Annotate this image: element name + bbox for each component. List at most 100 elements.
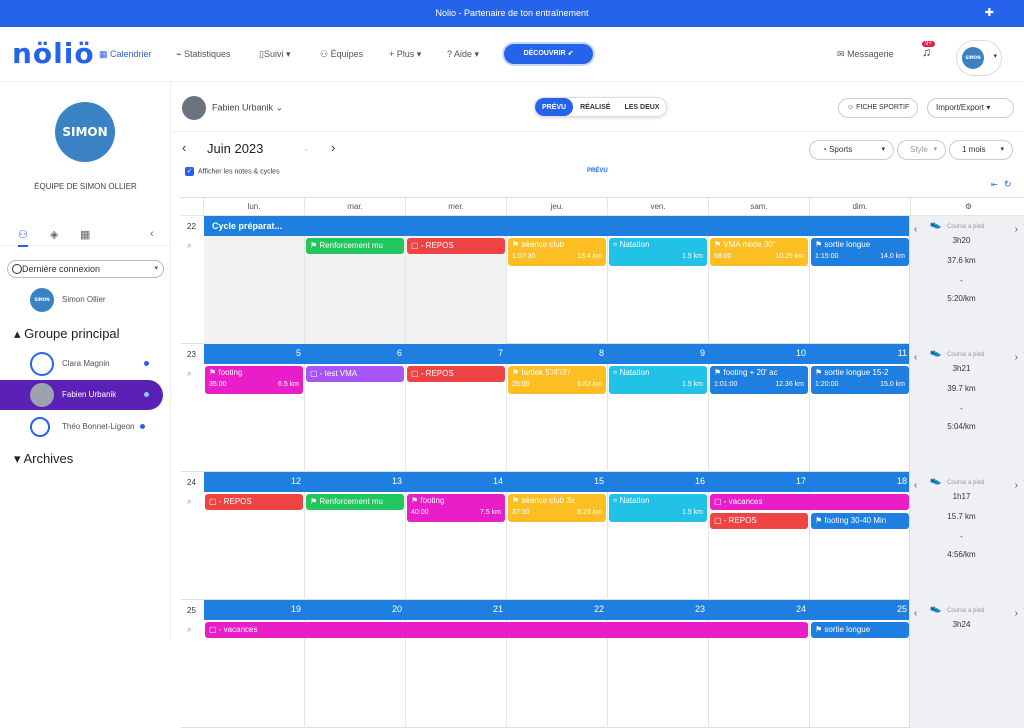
workout-event[interactable]: ⚑ footing 40:00 7.5 km <box>407 494 505 522</box>
notifications-button[interactable]: ♫ 9+ <box>922 41 935 59</box>
period-select[interactable]: 1 mois ▾ <box>949 140 1013 160</box>
nav-statistiques-label: Statistiques <box>183 49 231 59</box>
day-number[interactable]: 19 <box>204 604 301 614</box>
decouvrir-button[interactable]: DÉCOUVRIR ➶ <box>504 44 593 64</box>
nav-aide[interactable]: ? Aide ▾ <box>447 49 479 60</box>
notes-checkbox[interactable]: ✓ Afficher les notes & cycles <box>185 167 280 176</box>
search-icon[interactable]: ⌕ <box>187 624 192 635</box>
workout-event[interactable]: ⚑ séance club 1:07:30 13.4 km <box>508 238 606 266</box>
workout-event[interactable]: ⚑ fartlek 5'/4'/3'/ 25:00 5.83 km <box>508 366 606 394</box>
toggle-prevu[interactable]: PRÉVU <box>535 98 574 116</box>
nav-equipes[interactable]: ⚇ Équipes <box>320 49 363 60</box>
workout-event[interactable]: ⚑ sortie longue 1:15:00 14.0 km <box>811 238 909 266</box>
day-number[interactable]: 23 <box>608 604 705 614</box>
prev-week-icon[interactable]: ‹ <box>914 608 917 619</box>
nav-plus[interactable]: + Plus ▾ <box>389 49 421 60</box>
athlete-item-selected[interactable]: Fabien Urbanik <box>0 380 163 410</box>
workout-event[interactable]: ▢ - REPOS <box>205 494 303 510</box>
workout-event[interactable]: ▢ - test VMA <box>306 366 404 382</box>
next-week-icon[interactable]: › <box>1015 608 1018 619</box>
athlete-item[interactable]: Clara Magnin <box>0 349 163 379</box>
workout-event[interactable]: ≈ Natation 1.5 km <box>609 366 707 394</box>
day-number[interactable]: 12 <box>204 476 301 486</box>
workout-event[interactable]: ▢ - REPOS <box>710 513 808 529</box>
day-number[interactable]: 5 <box>204 348 301 358</box>
workout-event[interactable]: ▢ - vacances <box>710 494 909 510</box>
collapse-icon[interactable]: ⇤ <box>991 180 998 189</box>
month-dropdown-icon[interactable]: ⌄ <box>303 145 309 153</box>
workout-event[interactable]: ▢ - vacances <box>205 622 808 638</box>
prev-month-icon[interactable]: ‹ <box>182 140 186 155</box>
next-week-icon[interactable]: › <box>1015 480 1018 491</box>
workout-event[interactable]: ⚑ sortie longue 15-2 1:20:00 15.0 km <box>811 366 909 394</box>
workout-event[interactable]: ⚑ Renforcement mu <box>306 494 404 510</box>
sports-select[interactable]: ◔ Sports ▾ <box>809 140 894 160</box>
day-number[interactable]: 24 <box>709 604 806 614</box>
workout-event[interactable]: ⚑ footing 30-40 Min <box>811 513 909 529</box>
workout-event[interactable]: ≈ Natation 1.5 km <box>609 238 707 266</box>
day-number[interactable]: 16 <box>608 476 705 486</box>
coach-item[interactable]: SIMON Simon Ollier <box>0 285 163 315</box>
messagerie-link[interactable]: ✉ Messagerie <box>837 49 894 60</box>
prev-week-icon[interactable]: ‹ <box>914 480 917 491</box>
workout-event[interactable]: ⚑ sortie longue <box>811 622 909 638</box>
toggle-les-deux[interactable]: LES DEUX <box>617 98 666 116</box>
extension-icon[interactable]: ✚ <box>985 0 994 27</box>
day-number[interactable]: 8 <box>507 348 604 358</box>
day-number[interactable]: 17 <box>709 476 806 486</box>
day-number[interactable]: 6 <box>305 348 402 358</box>
day-number[interactable]: 21 <box>406 604 503 614</box>
day-number[interactable]: 18 <box>810 476 907 486</box>
day-number[interactable]: 25 <box>810 604 907 614</box>
workout-event[interactable]: ⚑ séance club 3x 37:30 8.23 km <box>508 494 606 522</box>
workout-event[interactable]: ⚑ Renforcement mu <box>306 238 404 254</box>
search-icon[interactable]: ⌕ <box>187 368 192 379</box>
athlete-item[interactable]: Théo Bonnet-Ligeon <box>0 412 163 442</box>
event-title: ⚑ footing <box>209 368 243 377</box>
workout-event[interactable]: ≈ Natation 1.5 km <box>609 494 707 522</box>
group-main[interactable]: ▴ Groupe principal <box>14 326 120 342</box>
day-number[interactable]: 13 <box>305 476 402 486</box>
prev-week-icon[interactable]: ‹ <box>914 224 917 235</box>
settings-icon[interactable]: ⚙ <box>911 198 1024 216</box>
workout-event[interactable]: ⚑ VMA mixte 30'' 58:00 10.25 km <box>710 238 808 266</box>
next-week-icon[interactable]: › <box>1015 224 1018 235</box>
next-month-icon[interactable]: › <box>331 140 335 155</box>
workout-event[interactable]: ⚑ footing + 20' ac 1:01:00 12.36 km <box>710 366 808 394</box>
import-export-button[interactable]: Import/Export ▾ <box>927 98 1014 118</box>
day-number[interactable]: 9 <box>608 348 705 358</box>
day-number[interactable]: 22 <box>507 604 604 614</box>
nav-statistiques[interactable]: ⌁ Statistiques <box>176 49 230 60</box>
cycle-bar[interactable]: Cycle préparat... <box>204 217 909 235</box>
search-icon[interactable]: ⌕ <box>187 496 192 507</box>
refresh-icon[interactable]: ↻ <box>1004 179 1012 190</box>
day-number[interactable]: 15 <box>507 476 604 486</box>
collapse-sidebar-icon[interactable]: ‹ <box>150 228 154 240</box>
day-number[interactable]: 7 <box>406 348 503 358</box>
style-select[interactable]: Style ▾ <box>897 140 946 160</box>
nav-suivi[interactable]: ▯Suivi ▾ <box>259 49 291 60</box>
fiche-sportif-button[interactable]: ☺ FICHE SPORTIF <box>838 98 919 118</box>
day-number[interactable]: 11 <box>810 348 907 358</box>
mail-icon: ✉ <box>837 49 845 59</box>
group-archives[interactable]: ▾ Archives <box>14 451 73 467</box>
nav-calendrier[interactable]: ▦ Calendrier <box>99 49 152 60</box>
sort-select[interactable]: Dernière connexion ▾ <box>7 260 164 278</box>
search-icon[interactable]: ⌕ <box>187 240 192 251</box>
nolio-logo[interactable]: nöliö <box>12 37 95 70</box>
athlete-selector[interactable]: Fabien Urbanik ⌄ <box>182 96 283 120</box>
workout-event[interactable]: ▢ - REPOS <box>407 366 505 382</box>
workout-event[interactable]: ⚑ footing 35:00 6.5 km <box>205 366 303 394</box>
calendar-tab-icon[interactable]: ▦ <box>80 228 90 241</box>
toggle-realise[interactable]: RÉALISÉ <box>573 98 617 116</box>
athletes-tab-icon[interactable]: ⚇ <box>18 228 28 247</box>
layers-tab-icon[interactable]: ◈ <box>50 228 58 241</box>
workout-event[interactable]: ▢ - REPOS <box>407 238 505 254</box>
day-number[interactable]: 14 <box>406 476 503 486</box>
month-label[interactable]: Juin 2023 <box>207 141 263 156</box>
day-number[interactable]: 20 <box>305 604 402 614</box>
user-menu[interactable]: SIMON ▾ <box>956 40 1002 76</box>
next-week-icon[interactable]: › <box>1015 352 1018 363</box>
prev-week-icon[interactable]: ‹ <box>914 352 917 363</box>
day-number[interactable]: 10 <box>709 348 806 358</box>
